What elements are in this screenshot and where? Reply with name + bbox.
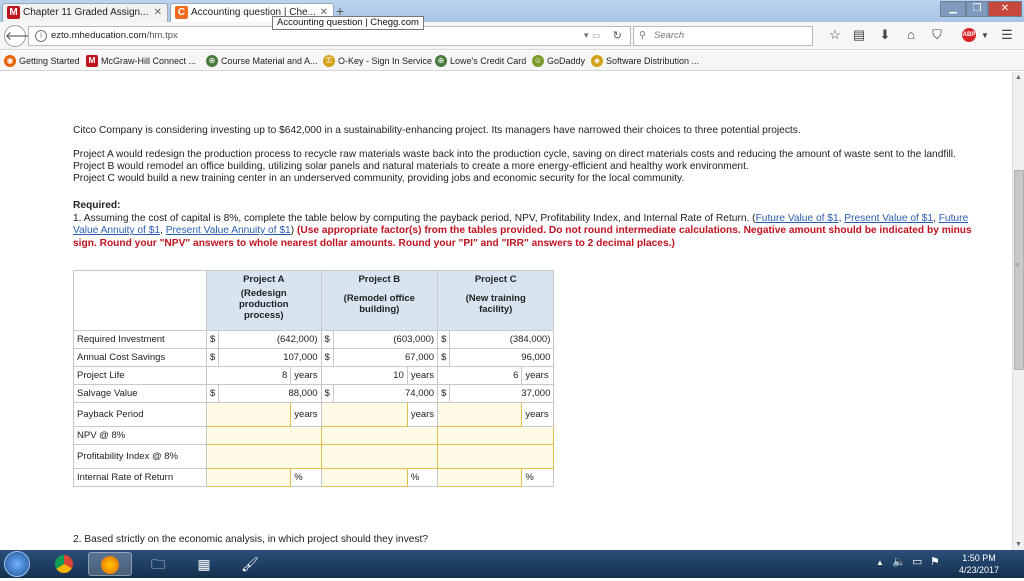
bookmark-course-material[interactable]: ⊕ Course Material and A...	[206, 54, 318, 68]
bookmark-star-icon[interactable]: ☆	[826, 27, 844, 43]
future-value-link[interactable]: Future Value of $1	[756, 213, 839, 224]
menu-icon[interactable]: ☰	[998, 27, 1016, 43]
required-label: Required:	[73, 200, 121, 211]
pi-b-input[interactable]	[320, 444, 439, 469]
back-button[interactable]: 🡐	[4, 25, 37, 47]
globe-icon: ⊕	[435, 55, 447, 67]
calculator-icon[interactable]: ▦	[182, 552, 226, 576]
firefox-icon: ◉	[4, 55, 16, 67]
irr-a-input[interactable]	[205, 468, 292, 487]
browser-titlebar: M Chapter 11 Graded Assign... ✕ C Accoun…	[0, 0, 1024, 22]
action-center-icon[interactable]: ⚑	[930, 555, 940, 568]
taskbar-clock[interactable]: 1:50 PM 4/23/2017	[948, 552, 1010, 576]
bookmark-godaddy[interactable]: ☺ GoDaddy	[532, 54, 585, 68]
okey-icon: ⚿	[323, 55, 335, 67]
scroll-grip-icon: ≡	[1015, 262, 1020, 269]
table-row-irr: Internal Rate of Return % % %	[73, 468, 555, 487]
table-row-salvage-value: Salvage Value $88,000 $74,000 $37,000	[73, 384, 555, 403]
tab-chapter-11[interactable]: M Chapter 11 Graded Assign... ✕	[2, 3, 168, 22]
bookmark-getting-started[interactable]: ◉ Getting Started	[4, 54, 80, 68]
table-row-profitability-index: Profitability Index @ 8%	[73, 444, 555, 469]
requirement-1-text: 1. Assuming the cost of capital is 8%, c…	[73, 212, 756, 224]
search-placeholder: Search	[654, 30, 685, 41]
scroll-down-icon[interactable]: ▼	[1015, 541, 1022, 548]
bookmark-software-distribution[interactable]: ◈ Software Distribution ...	[591, 54, 699, 68]
scroll-up-icon[interactable]: ▲	[1015, 74, 1022, 81]
tab-tooltip: Accounting question | Chegg.com	[272, 16, 424, 30]
scrollbar-thumb[interactable]	[1014, 170, 1024, 370]
question-2-text: 2. Based strictly on the economic analys…	[73, 534, 429, 545]
mcgraw-hill-icon: M	[86, 55, 98, 67]
present-value-link[interactable]: Present Value of $1	[844, 213, 933, 224]
paint-icon[interactable]: 🖌	[228, 552, 272, 576]
close-window-button[interactable]: ✕	[988, 1, 1022, 17]
project-table: Project A (Redesign production process) P…	[73, 270, 555, 487]
header-project-a: Project A (Redesign production process)	[206, 270, 322, 331]
bookmarks-bar: ◉ Getting Started M McGraw-Hill Connect ..…	[0, 51, 1024, 71]
minimize-button[interactable]: ▁	[940, 1, 966, 17]
chegg-icon: C	[175, 6, 188, 19]
search-bar[interactable]: ⚲ Search	[633, 26, 813, 46]
irr-b-input[interactable]	[320, 468, 408, 487]
intro-text: Citco Company is considering investing u…	[73, 125, 801, 136]
close-tab-icon[interactable]: ✕	[154, 4, 162, 21]
header-project-b: Project B (Remodel office building)	[320, 270, 439, 331]
file-explorer-icon[interactable]: 🗀	[136, 552, 180, 576]
reload-icon[interactable]: ↻	[613, 27, 622, 45]
chrome-taskbar-icon[interactable]	[42, 552, 86, 576]
payback-a-input[interactable]	[205, 402, 292, 427]
godaddy-icon: ☺	[532, 55, 544, 67]
payback-c-input[interactable]	[437, 402, 523, 427]
table-row-required-investment: Required Investment $ (642,000) $ (603,000…	[73, 330, 555, 349]
show-hidden-icons[interactable]: ▲	[876, 558, 884, 567]
project-b-text: Project B would remodel an office buildi…	[73, 161, 749, 172]
maximize-button[interactable]: ❐	[966, 1, 988, 17]
bookmark-lowes[interactable]: ⊕ Lowe's Credit Card	[435, 54, 526, 68]
adblock-dropdown-icon[interactable]: ▼	[976, 31, 994, 40]
globe-icon: ⊕	[206, 55, 218, 67]
bookmark-okey[interactable]: ⚿ O-Key - Sign In Service	[323, 54, 432, 68]
info-icon[interactable]: i	[35, 30, 47, 42]
adblock-icon[interactable]: ABP	[962, 28, 976, 42]
irr-c-input[interactable]	[437, 468, 523, 487]
page-content: Citco Company is considering investing u…	[0, 72, 1012, 550]
required-section: Required: 1. Assuming the cost of capita…	[73, 200, 972, 249]
project-a-text: Project A would redesign the production …	[73, 149, 956, 160]
reading-list-icon[interactable]: ▤	[850, 27, 868, 43]
table-row-npv: NPV @ 8%	[73, 426, 555, 445]
page-scrollbar[interactable]: ▲ ≡ ▼	[1012, 72, 1024, 550]
bookmark-mcgraw-hill[interactable]: M McGraw-Hill Connect ...	[86, 54, 196, 68]
project-c-text: Project C would build a new training cen…	[73, 173, 685, 184]
payback-b-input[interactable]	[320, 402, 408, 427]
table-row-project-life: Project Life 8 years 10 years 6 years	[73, 366, 555, 385]
start-button[interactable]	[4, 551, 30, 577]
home-icon[interactable]: ⌂	[902, 27, 920, 42]
firefox-taskbar-icon[interactable]	[88, 552, 132, 576]
header-blank	[73, 270, 207, 331]
search-icon: ⚲	[639, 30, 646, 41]
pi-a-input[interactable]	[206, 444, 322, 469]
windows-taskbar: 🗀 ▦ 🖌 ▲ 🔈 ▭ ⚑ 1:50 PM 4/23/2017	[0, 550, 1024, 578]
software-icon: ◈	[591, 55, 603, 67]
url-path: /hm.tpx	[146, 30, 178, 41]
table-row-payback-period: Payback Period years years years	[73, 402, 555, 427]
dropdown-icon[interactable]: ▼ ▭	[582, 27, 600, 45]
npv-c-input[interactable]	[437, 426, 555, 445]
npv-b-input[interactable]	[320, 426, 439, 445]
npv-a-input[interactable]	[206, 426, 322, 445]
navigation-bar: 🡐 i ezto.mheducation.com/hm.tpx ▼ ▭ ↻ ⚲ …	[0, 22, 1024, 50]
mcgraw-hill-icon: M	[7, 6, 20, 19]
download-icon[interactable]: ⬇	[876, 27, 894, 43]
table-row-annual-cost-savings: Annual Cost Savings $107,000 $67,000 $96…	[73, 348, 555, 367]
url-host: ezto.mheducation.com	[51, 30, 147, 41]
tab-label: Chapter 11 Graded Assign...	[23, 7, 149, 18]
network-icon[interactable]: ▭	[912, 555, 922, 568]
present-value-annuity-link[interactable]: Present Value Annuity of $1	[166, 225, 291, 236]
header-project-c: Project C (New training facility)	[437, 270, 555, 331]
pi-c-input[interactable]	[437, 444, 555, 469]
pocket-icon[interactable]: ⛉	[928, 27, 946, 43]
volume-icon[interactable]: 🔈	[892, 555, 906, 568]
